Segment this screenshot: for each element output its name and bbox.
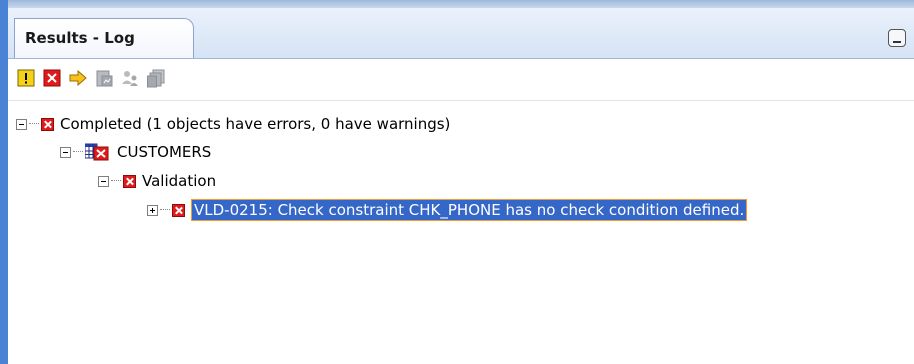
tree-row-root[interactable]: Completed (1 objects have errors, 0 have… (16, 113, 450, 135)
tree-root-label: Completed (1 objects have errors, 0 have… (60, 115, 451, 133)
tree-validation-label: Validation (142, 172, 217, 190)
tree-row-customers[interactable]: CUSTOMERS (60, 141, 211, 163)
tree-connector (111, 180, 121, 182)
panel-top-strip (8, 0, 914, 8)
users-icon[interactable] (120, 68, 140, 88)
collapse-icon[interactable] (60, 146, 71, 158)
tree-connector (73, 151, 83, 153)
copy-icon[interactable] (146, 68, 166, 88)
collapse-icon[interactable] (98, 175, 109, 187)
error-icon (172, 203, 185, 217)
tab-bar: Results - Log (8, 8, 914, 59)
warning-filter-icon[interactable] (16, 68, 36, 88)
results-tree: Completed (1 objects have errors, 0 have… (8, 100, 914, 364)
error-icon (41, 117, 54, 131)
tree-object-label: CUSTOMERS (117, 143, 212, 161)
tab-label: Results - Log (25, 29, 135, 47)
results-log-panel: Results - Log Completed (1 objects have … (0, 0, 914, 364)
tree-message-label[interactable]: VLD-0215: Check constraint CHK_PHONE has… (191, 199, 748, 221)
tree-connector (29, 123, 39, 125)
collapse-icon[interactable] (16, 118, 27, 130)
table-error-icon (85, 143, 109, 161)
error-icon (123, 174, 136, 188)
minimize-button[interactable] (888, 29, 906, 47)
expand-icon[interactable] (147, 204, 158, 216)
goto-arrow-icon[interactable] (68, 68, 88, 88)
error-filter-icon[interactable] (42, 68, 62, 88)
tab-results-log[interactable]: Results - Log (14, 18, 194, 58)
toolbar (8, 59, 914, 97)
tree-connector (160, 209, 170, 211)
tree-row-validation[interactable]: Validation (98, 170, 216, 192)
tree-row-message[interactable]: VLD-0215: Check constraint CHK_PHONE has… (147, 199, 748, 221)
chart-icon[interactable] (94, 68, 114, 88)
